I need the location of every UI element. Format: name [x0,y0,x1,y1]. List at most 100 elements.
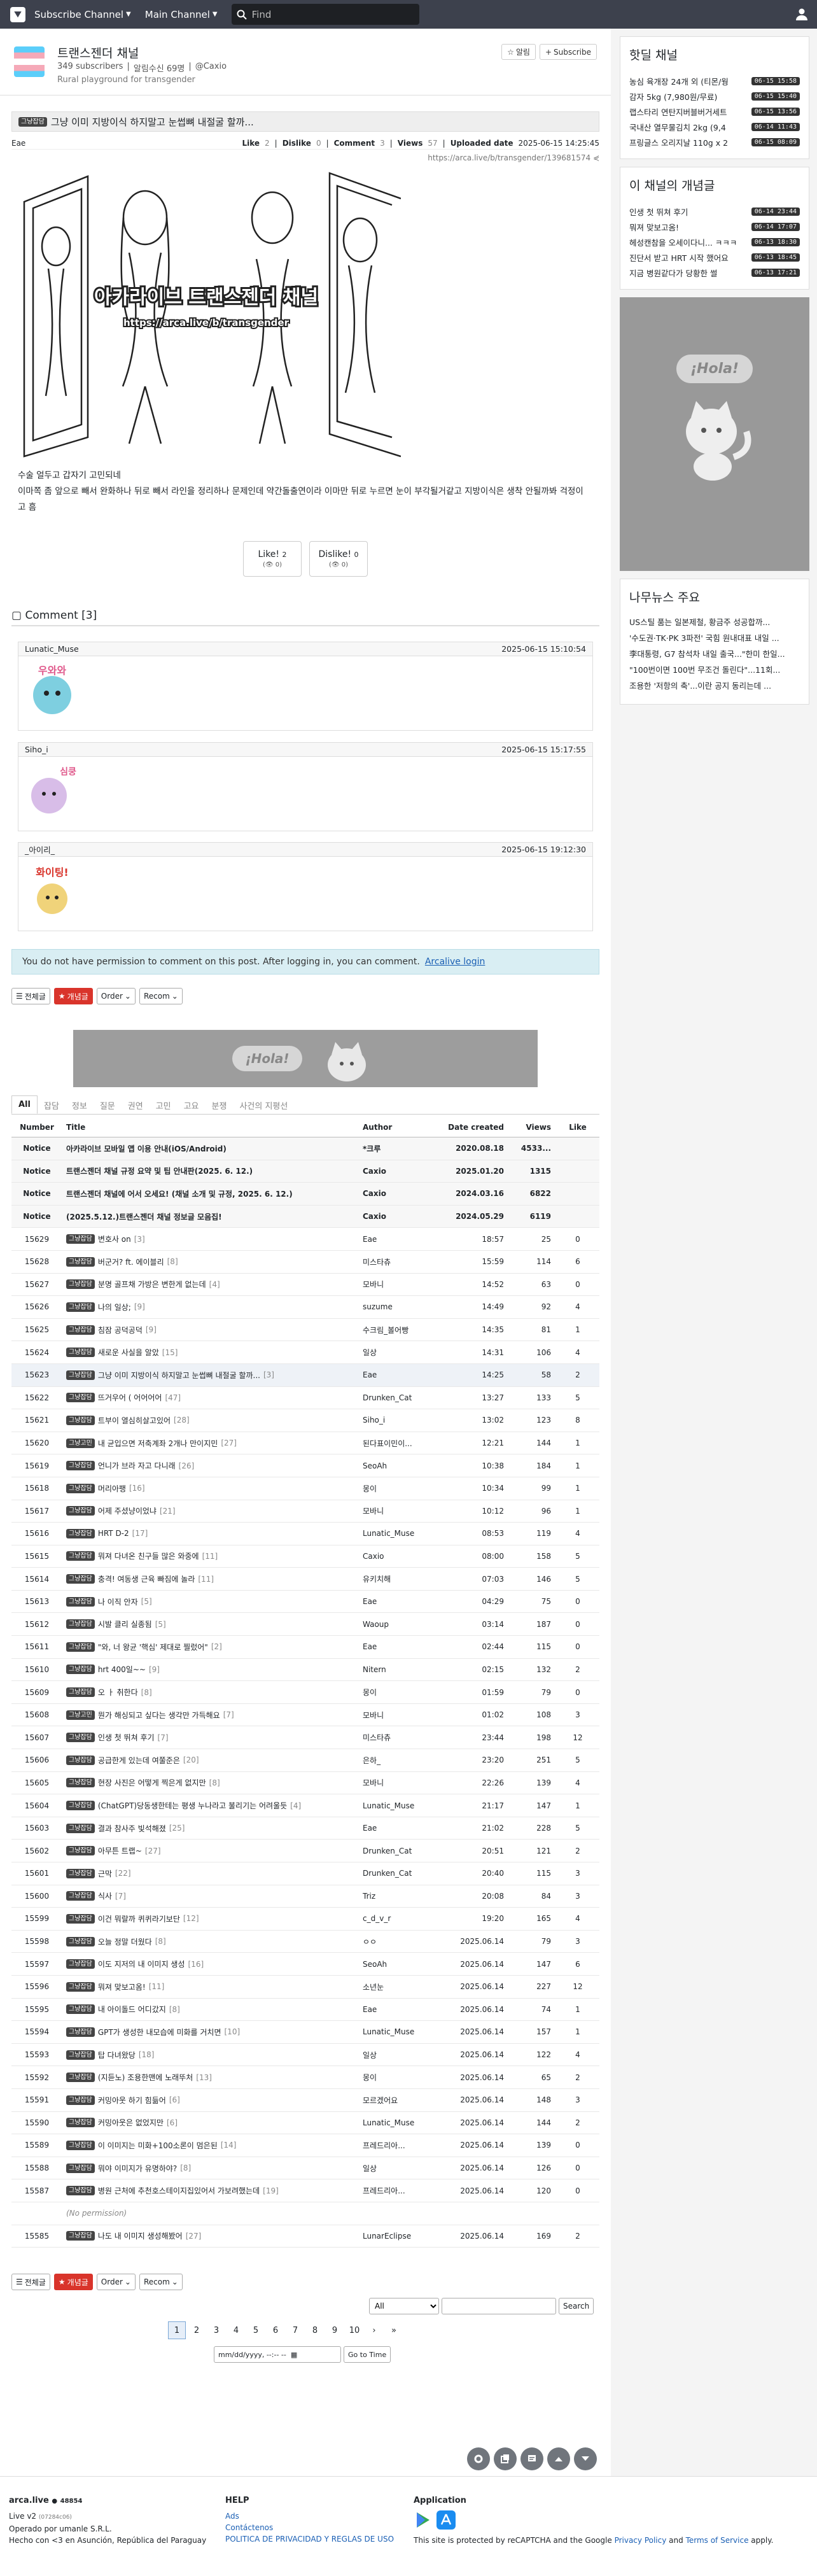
page-link[interactable]: 3 [207,2321,225,2339]
row-title[interactable]: 시발 클리 실종됨 [98,1619,152,1629]
channel-owner[interactable]: @Caxio [195,62,227,74]
table-row[interactable]: 15596 그냥잡담 뭐져 맞보고옴! [11] 소년눈 2025.06.14 227 12 [11,1976,599,1999]
row-author[interactable]: 일상 [363,1347,444,1358]
row-title-cell[interactable]: 그냥잡담 HRT D-2 [17] [62,1528,363,1538]
row-title-cell[interactable]: 그냥잡담 내 아이돌드 어디갔지 [8] [62,2004,363,2015]
row-author[interactable]: Drunken_Cat [363,1393,444,1402]
table-row[interactable]: 15597 그냥잡담 이도 지저의 내 이미지 생성 [16] SeoAh 2025.06… [11,1953,599,1976]
page-link[interactable]: 4 [227,2321,245,2339]
best-item-title[interactable]: 인생 첫 뛰쳐 후기 [629,206,688,218]
page-link[interactable]: 8 [306,2321,324,2339]
recom-select[interactable]: Recom ⌄ [139,2274,183,2290]
table-row[interactable]: 15628 그냥잡담 버군거? ft. 에이블리 [8] 미스타츄 15:59 114 6 [11,1251,599,1274]
best-item[interactable]: 지금 병원같다가 당황한 썰 06-13 17:21 [629,265,800,280]
row-title-cell[interactable]: 그냥잡담 GPT가 생성한 내모습에 미화를 거치면 [10] [62,2027,363,2038]
row-title-cell[interactable]: 그냥고민 뭔가 해싱되고 싶다는 생각만 가득해요 [7] [62,1710,363,1721]
share-icon[interactable]: ⋞ [593,153,599,162]
table-row[interactable]: 15615 그냥잡담 뭐져 다녀온 친구들 많은 와중에 [11] Caxio 08:00… [11,1545,599,1568]
table-row[interactable]: 15623 그냥잡담 그냥 이미 지방이식 하지말고 눈썹뼈 내절굴 할까... [3… [11,1363,599,1387]
table-row-notice[interactable]: Notice 트랜스젠더 채널 규정 요약 및 팁 안내판(2025. 6. 12… [11,1160,599,1183]
order-select[interactable]: Order ⌄ [96,988,136,1004]
row-title[interactable]: 새로운 사실을 알았 [98,1347,159,1358]
row-title-cell[interactable]: 그냥잡담 침잠 공덕공덕 [9] [62,1325,363,1335]
tab-calm[interactable]: 고요 [178,1095,206,1114]
row-title-cell[interactable]: 그냥잡담 버군거? ft. 에이블리 [8] [62,1256,363,1267]
next-page-button[interactable]: › [365,2321,383,2339]
row-author[interactable]: Eae [363,1597,444,1606]
table-row[interactable]: 15595 그냥잡담 내 아이돌드 어디갔지 [8] Eae 2025.06.14 74 1 [11,1999,599,2022]
row-author[interactable]: Nitern [363,1665,444,1674]
table-row[interactable]: 15601 그냥잡담 근막 [22] Drunken_Cat 20:40 115 3 [11,1862,599,1885]
row-author[interactable]: Lunatic_Muse [363,2118,444,2127]
row-title[interactable]: 나의 일상; [98,1302,131,1313]
table-row[interactable]: 15592 그냥잡담 (지듣노) 조용한맨에 노래뚜처 [13] 몽이 2025.06.1… [11,2066,599,2089]
table-row[interactable]: 15588 그냥잡담 뭐야 이미지가 유명하야? [8] 일상 2025.06.14 126… [11,2157,599,2180]
row-title-cell[interactable]: 그냥잡담 근막 [22] [62,1868,363,1879]
article-url[interactable]: https://arca.live/b/transgender/13968157… [428,153,599,162]
all-posts-button[interactable]: ☰ 전체글 [11,988,50,1004]
row-author[interactable]: 일상 [363,2050,444,2060]
calendar-icon[interactable]: ▦ [291,2351,297,2359]
tab-worry[interactable]: 고민 [150,1095,178,1114]
row-author[interactable]: suzume [363,1302,444,1311]
all-posts-button[interactable]: ☰ 전체글 [11,2274,50,2290]
news-item[interactable]: 조용한 '저항의 축'...이란 공지 동리는데 ... [629,679,800,695]
ad-banner[interactable]: ¡Hola! [73,1030,538,1087]
row-title[interactable]: "와, 너 왕균 '핵심' 제대로 찔렀어" [98,1642,208,1652]
row-author[interactable]: 된다표이민이... [363,1438,444,1449]
settings-icon[interactable] [467,2447,490,2470]
row-author[interactable]: Eae [363,1642,444,1651]
table-row[interactable]: 15624 그냥잡담 새로운 사실을 알았 [15] 일상 14:31 106 4 [11,1341,599,1364]
row-title-cell[interactable]: 그냥잡담 시발 클리 실종됨 [5] [62,1619,363,1629]
page-link[interactable]: 6 [267,2321,284,2339]
row-title-cell[interactable]: 그냥잡담 나도 내 이미지 생성해봤어 [27] [62,2230,363,2241]
channel-title[interactable]: 트랜스젠더 채널 [57,44,139,61]
row-title-cell[interactable]: 그냥잡담 이건 뭐랄까 퀴퀴라기보단 [12] [62,1913,363,1924]
row-title-cell[interactable]: 그냥잡담 아무튼 트랩~ [27] [62,1845,363,1856]
row-title-cell[interactable]: 그냥잡담 뭐져 맞보고옴! [11] [62,1981,363,1992]
row-title-cell[interactable]: 그냥잡담 나의 일상; [9] [62,1302,363,1313]
row-author[interactable]: 프레드리아... [363,2140,444,2151]
scroll-down-icon[interactable] [574,2447,597,2470]
row-author[interactable]: SeoAh [363,1960,444,1969]
page-link[interactable]: 1 [168,2321,186,2339]
row-author[interactable]: 몽이 [363,1483,444,1494]
table-row[interactable]: 15605 그냥잡담 현장 사진은 어떻게 찍은게 없지만 [8] 모바니 22:26 13… [11,1772,599,1795]
row-author[interactable]: Lunatic_Muse [363,1529,444,1538]
comment-jump-icon[interactable] [520,2447,543,2470]
table-row-notice[interactable]: Notice 아카라이브 모바일 앱 이용 안내(iOS/Android) *크루 2… [11,1137,599,1160]
best-title[interactable]: 이 채널의 개념글 [629,176,800,194]
table-row[interactable]: 15626 그냥잡담 나의 일상; [9] suzume 14:49 92 4 [11,1296,599,1319]
row-title[interactable]: hrt 400일~~ [98,1664,146,1675]
row-title[interactable]: 내 균입으면 저축계좌 2개나 만이지민 [98,1438,218,1449]
row-author[interactable]: c_d_v_r [363,1914,444,1923]
row-author[interactable]: Caxio [363,1212,444,1221]
row-title-cell[interactable]: 그냥잡담 공급한게 있는데 여쭐준은 [20] [62,1755,363,1766]
row-author[interactable]: Siho_i [363,1416,444,1425]
row-title[interactable]: 식사 [98,1890,112,1901]
row-title[interactable]: 머리아팽 [98,1483,126,1494]
row-title[interactable]: 트랜스젠더 채널에 어서 오세요! (채널 소개 및 규정, 2025. 6. … [62,1188,363,1199]
row-title[interactable]: 뭐야 이미지가 유명하야? [98,2163,177,2174]
table-row[interactable]: 15619 그냥잡담 언니가 브라 자고 다니래 [26] SeoAh 10:38 184 1 [11,1454,599,1477]
news-item[interactable]: '수도권·TK·PK 3파전' 국힘 원내대표 내일 ... [629,631,800,647]
search-input[interactable] [251,8,405,20]
row-title-cell[interactable]: 그냥잡담 병원 근처에 추천호스테이지집있어서 가보려했는데 [19] [62,2185,363,2196]
row-title-cell[interactable]: 그냥잡담 커밍아웃은 없었지만 [6] [62,2117,363,2128]
row-title-cell[interactable]: 그냥잡담 이도 지저의 내 이미지 생성 [16] [62,1959,363,1969]
row-title[interactable]: HRT D-2 [98,1529,129,1538]
hot-item[interactable]: 프링글스 오리지날 110g x 2 06-15 08:09 [629,134,800,150]
login-link[interactable]: Arcalive login [425,957,485,967]
row-title-cell[interactable]: 그냥잡담 머리아팽 [16] [62,1483,363,1494]
row-title[interactable]: 버군거? ft. 에이블리 [98,1256,164,1267]
order-select[interactable]: Order ⌄ [96,2274,136,2290]
row-author[interactable]: 모바니 [363,1505,444,1516]
hot-item-title[interactable]: 감자 5kg (7,980원/무료) [629,90,717,102]
table-row[interactable]: 15587 그냥잡담 병원 근처에 추천호스테이지집있어서 가보려했는데 [19] 프레… [11,2179,599,2202]
page-link[interactable]: 5 [247,2321,265,2339]
best-item[interactable]: 뭐져 맞보고옴! 06-14 17:07 [629,219,800,234]
last-page-button[interactable]: » [385,2321,403,2339]
channel-logo[interactable] [14,46,45,77]
row-title[interactable]: (2025.5.12.)트랜스젠더 채널 정보글 모음집! [62,1211,363,1222]
row-title[interactable]: (지듣노) 조용한맨에 노래뚜처 [98,2072,193,2083]
